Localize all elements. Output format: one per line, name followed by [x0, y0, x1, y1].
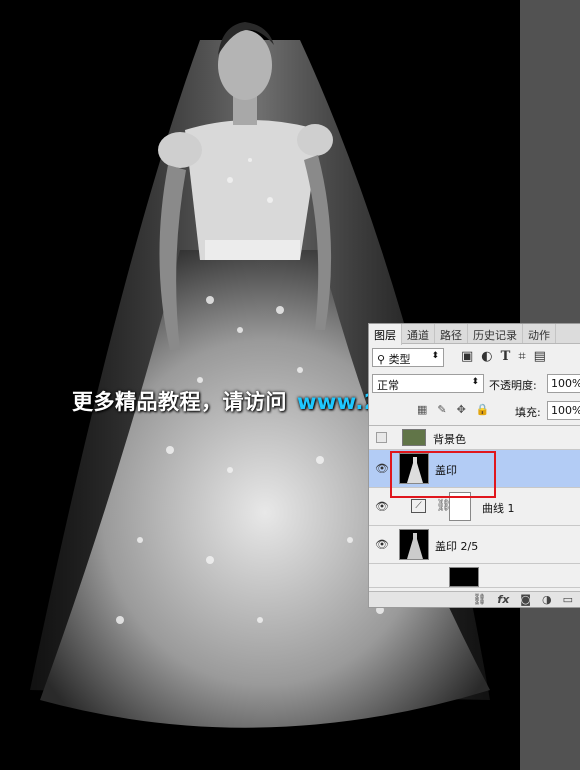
blend-mode-value: 正常 — [377, 379, 399, 392]
image-filter-icon[interactable]: ▣ — [461, 349, 473, 364]
link-layers-icon[interactable]: ⛓ — [472, 593, 486, 606]
filter-row: ⚲ 类型 ⬍ ▣ ◐ T ⌗ ▤ — [369, 346, 580, 372]
adjustment-filter-icon[interactable]: ◐ — [481, 349, 492, 364]
layer-name: 盖印 2/5 — [435, 540, 479, 553]
eye-icon[interactable]: 👁 — [375, 462, 391, 475]
tab-paths[interactable]: 路径 — [435, 324, 468, 343]
lock-icons: ▦ ✎ ✥ 🔒 — [417, 403, 490, 416]
layer-name: 盖印 — [435, 464, 457, 477]
blend-mode-select[interactable]: 正常 ⬍ — [372, 374, 484, 393]
filter-kind-select[interactable]: ⚲ 类型 ⬍ — [372, 348, 444, 367]
layer-row[interactable] — [369, 564, 580, 588]
search-icon: ⚲ — [377, 353, 386, 366]
eye-icon[interactable]: 👁 — [375, 500, 391, 513]
opacity-input[interactable]: 100% — [547, 374, 580, 393]
layer-row[interactable]: 👁 ⟋ ⛓ 曲线 1 — [369, 488, 580, 526]
tab-history[interactable]: 历史记录 — [468, 324, 523, 343]
dropdown-arrow-icon: ⬍ — [431, 351, 439, 361]
filter-icons: ▣ ◐ T ⌗ ▤ — [461, 349, 546, 364]
layer-thumbnail — [402, 429, 426, 446]
layer-row[interactable]: 👁 盖印 2/5 — [369, 526, 580, 564]
lock-row: ▦ ✎ ✥ 🔒 填充: 100% — [369, 401, 580, 423]
new-group-icon[interactable]: ▭ — [563, 593, 573, 606]
panel-actions: ⛓ fx ◙ ◑ ▭ — [472, 593, 573, 606]
eye-icon[interactable]: 👁 — [375, 538, 391, 551]
lock-pixels-icon[interactable]: ✎ — [437, 403, 446, 416]
fx-icon[interactable]: fx — [497, 593, 509, 606]
watermark-text: 更多精品教程，请访问 — [72, 390, 287, 414]
lock-transparency-icon[interactable]: ▦ — [417, 403, 427, 416]
panel-tabs: 图层 通道 路径 历史记录 动作 — [369, 324, 580, 345]
layer-name: 背景色 — [433, 433, 466, 446]
panel-bottom-bar: ⛓ fx ◙ ◑ ▭ — [369, 591, 580, 607]
layer-thumbnail — [449, 567, 479, 587]
new-adjustment-icon[interactable]: ◑ — [542, 593, 552, 606]
layers-panel: 图层 通道 路径 历史记录 动作 ⚲ 类型 ⬍ ▣ ◐ T ⌗ ▤ 正常 ⬍ 不… — [368, 323, 580, 608]
layer-thumbnail — [399, 453, 429, 484]
shape-filter-icon[interactable]: ⌗ — [518, 349, 525, 364]
text-filter-icon[interactable]: T — [501, 349, 511, 364]
curves-adjustment-icon: ⟋ — [411, 499, 426, 513]
layer-name: 曲线 1 — [482, 502, 515, 515]
blend-row: 正常 ⬍ 不透明度: 100% — [369, 374, 580, 396]
smart-object-filter-icon[interactable]: ▤ — [534, 349, 546, 364]
layer-thumbnail — [399, 529, 429, 560]
add-mask-icon[interactable]: ◙ — [520, 593, 531, 606]
layer-row-selected[interactable]: 👁 盖印 — [369, 450, 580, 488]
layer-row[interactable]: 背景色 — [369, 426, 580, 450]
dropdown-arrow-icon: ⬍ — [471, 377, 479, 387]
visibility-toggle-off[interactable] — [376, 432, 387, 443]
tab-channels[interactable]: 通道 — [402, 324, 435, 343]
lock-position-icon[interactable]: ✥ — [457, 403, 466, 416]
lock-all-icon[interactable]: 🔒 — [476, 403, 490, 416]
filter-kind-label: 类型 — [388, 353, 411, 366]
fill-label: 填充: — [515, 406, 541, 419]
tab-actions[interactable]: 动作 — [523, 324, 556, 343]
opacity-label: 不透明度: — [489, 379, 537, 392]
layer-list: 背景色 👁 盖印 👁 ⟋ ⛓ 曲线 1 👁 盖印 2/5 — [369, 425, 580, 594]
layer-mask-thumbnail — [449, 492, 471, 521]
fill-input[interactable]: 100% — [547, 401, 580, 420]
tab-layers[interactable]: 图层 — [369, 324, 402, 345]
